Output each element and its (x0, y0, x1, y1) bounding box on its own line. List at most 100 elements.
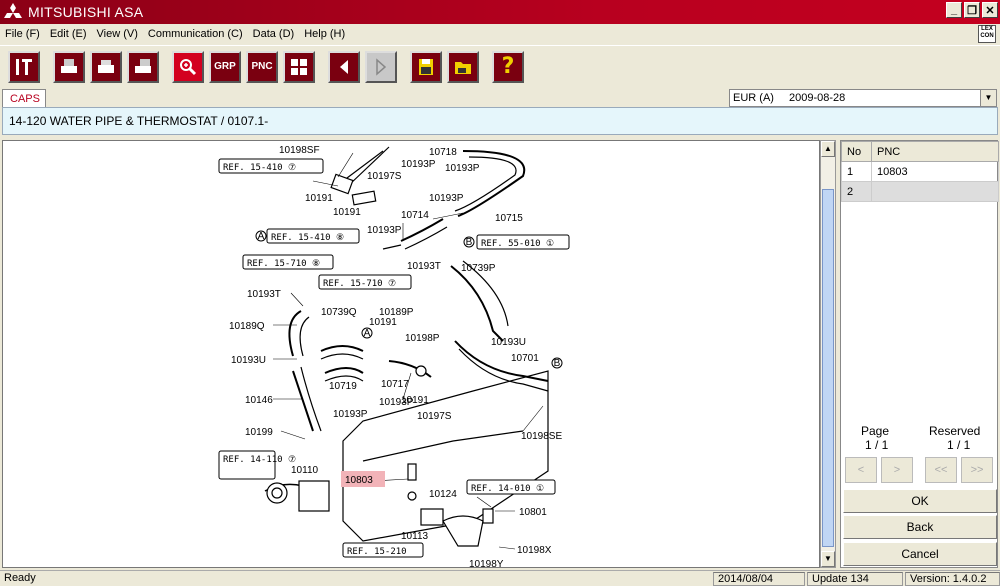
menu-file[interactable]: File (F) (0, 28, 45, 40)
back-button[interactable]: Back (843, 515, 997, 539)
part-label[interactable]: 10198X (517, 545, 552, 556)
part-label-highlighted[interactable]: 10803 (345, 475, 373, 486)
part-label[interactable]: 10717 (381, 379, 409, 390)
ref-callout[interactable]: REF. 15-710 ⑧ (247, 259, 320, 269)
ref-callout[interactable]: REF. 14-110 ⑦ (223, 455, 296, 465)
scroll-thumb[interactable] (822, 189, 834, 547)
ref-callout[interactable]: REF. 14-010 ① (471, 484, 544, 494)
scroll-up-icon[interactable]: ▲ (821, 141, 835, 157)
cancel-button[interactable]: Cancel (843, 542, 997, 566)
part-label[interactable]: 10198SF (279, 145, 320, 156)
part-label[interactable]: 10739Q (321, 307, 357, 318)
lexcon-icon[interactable]: LEX CON (978, 25, 996, 43)
tab-caps[interactable]: CAPS (2, 89, 46, 108)
part-label[interactable]: 10191 (369, 317, 397, 328)
title-bar: MITSUBISHI ASA _ ❐ ✕ (0, 0, 1000, 24)
part-label[interactable]: 10199 (245, 427, 273, 438)
part-label[interactable]: 10193P (429, 193, 464, 204)
part-label[interactable]: 10124 (429, 489, 457, 500)
part-label[interactable]: 10189P (379, 307, 414, 318)
grp-button[interactable]: GRP (209, 50, 241, 83)
cell-pnc (871, 181, 999, 202)
window-title: MITSUBISHI ASA (28, 4, 144, 20)
last-page-button[interactable]: >> (961, 457, 993, 483)
menu-communication[interactable]: Communication (C) (143, 28, 248, 40)
chevron-down-icon[interactable]: ▼ (980, 90, 996, 106)
print-icon[interactable] (90, 50, 122, 83)
part-label[interactable]: 10189Q (229, 321, 265, 332)
illustration-scrollbar[interactable]: ▲ ▼ (820, 140, 836, 568)
part-label[interactable]: 10191 (305, 193, 333, 204)
help-icon[interactable]: ? (492, 50, 524, 83)
next-page-button[interactable]: > (881, 457, 913, 483)
restore-button[interactable]: ❐ (964, 2, 980, 18)
close-button[interactable]: ✕ (982, 2, 998, 18)
part-label[interactable]: 10191 (333, 207, 361, 218)
table-row[interactable]: 2 (841, 181, 999, 202)
zoom-icon[interactable] (172, 50, 204, 83)
parts-panel: No PNC 1 10803 2 Page Reserved 1 / 1 1 /… (840, 140, 999, 568)
print-preview-icon[interactable] (53, 50, 85, 83)
prev-page-button[interactable]: < (845, 457, 877, 483)
table-row[interactable]: 1 10803 (841, 161, 999, 182)
pnc-button[interactable]: PNC (246, 50, 278, 83)
part-label[interactable]: 10193P (401, 159, 436, 170)
region-value: EUR (A) (733, 92, 774, 104)
ref-callout[interactable]: REF. 15-410 ⑧ (271, 233, 344, 243)
marker-a: A (258, 231, 265, 242)
part-label[interactable]: 10198P (405, 333, 440, 344)
part-label[interactable]: 10715 (495, 213, 523, 224)
part-label[interactable]: 10193U (231, 355, 266, 366)
part-label[interactable]: 10193P (367, 225, 402, 236)
part-label[interactable]: 10146 (245, 395, 273, 406)
reserved-label: Reserved (929, 424, 981, 438)
first-page-button[interactable]: << (925, 457, 957, 483)
part-label[interactable]: 10739P (461, 263, 496, 274)
part-label[interactable]: 10198SE (521, 431, 562, 442)
status-date: 2014/08/04 (713, 572, 805, 586)
marker-b: B (554, 358, 561, 369)
part-label[interactable]: 10801 (519, 507, 547, 518)
part-label[interactable]: 10193P (445, 163, 480, 174)
region-select[interactable]: EUR (A) 2009-08-28 ▼ (729, 89, 997, 107)
part-label[interactable]: 10718 (429, 147, 457, 158)
toolbar: GRP PNC ? (0, 45, 1000, 87)
next-icon[interactable] (365, 50, 397, 83)
part-label[interactable]: 10191 (401, 395, 429, 406)
part-label[interactable]: 10110 (291, 465, 319, 476)
part-label[interactable]: 10113 (401, 531, 429, 542)
part-label[interactable]: 10197S (367, 171, 402, 182)
part-label[interactable]: 10701 (511, 353, 539, 364)
ref-callout[interactable]: REF. 15-710 ⑦ (323, 279, 396, 289)
ref-callout[interactable]: REF. 15-210 (347, 547, 407, 557)
parts-illustration[interactable]: REF. 15-410 ⑦ REF. 15-410 ⑧ REF. 15-710 … (2, 140, 820, 568)
cell-no: 2 (841, 181, 872, 202)
part-label[interactable]: 10197S (417, 411, 452, 422)
col-header-no: No (841, 141, 872, 162)
part-label[interactable]: 10198Y (469, 559, 504, 568)
ok-button[interactable]: OK (843, 489, 997, 513)
menu-edit[interactable]: Edit (E) (45, 28, 92, 40)
print-setup-icon[interactable] (127, 50, 159, 83)
page-label: Page (861, 424, 890, 438)
menu-view[interactable]: View (V) (92, 28, 143, 40)
ref-callout[interactable]: REF. 15-410 ⑦ (223, 163, 296, 173)
exit-icon[interactable] (8, 50, 40, 83)
minimize-button[interactable]: _ (946, 2, 962, 18)
scroll-down-icon[interactable]: ▼ (821, 551, 835, 567)
save-icon[interactable] (410, 50, 442, 83)
menu-help[interactable]: Help (H) (299, 28, 350, 40)
grid-view-icon[interactable] (283, 50, 315, 83)
part-label[interactable]: 10193T (247, 289, 281, 300)
open-folder-icon[interactable] (447, 50, 479, 83)
ref-callout[interactable]: REF. 55-010 ① (481, 239, 554, 249)
part-label[interactable]: 10193T (407, 261, 441, 272)
menu-bar: File (F) Edit (E) View (V) Communication… (0, 24, 1000, 44)
previous-icon[interactable] (328, 50, 360, 83)
part-label[interactable]: 10719 (329, 381, 357, 392)
part-label[interactable]: 10714 (401, 210, 429, 221)
menu-data[interactable]: Data (D) (248, 28, 300, 40)
part-label[interactable]: 10193P (333, 409, 368, 420)
part-label[interactable]: 10193U (491, 337, 526, 348)
reserved-value: 1 / 1 (947, 438, 971, 452)
